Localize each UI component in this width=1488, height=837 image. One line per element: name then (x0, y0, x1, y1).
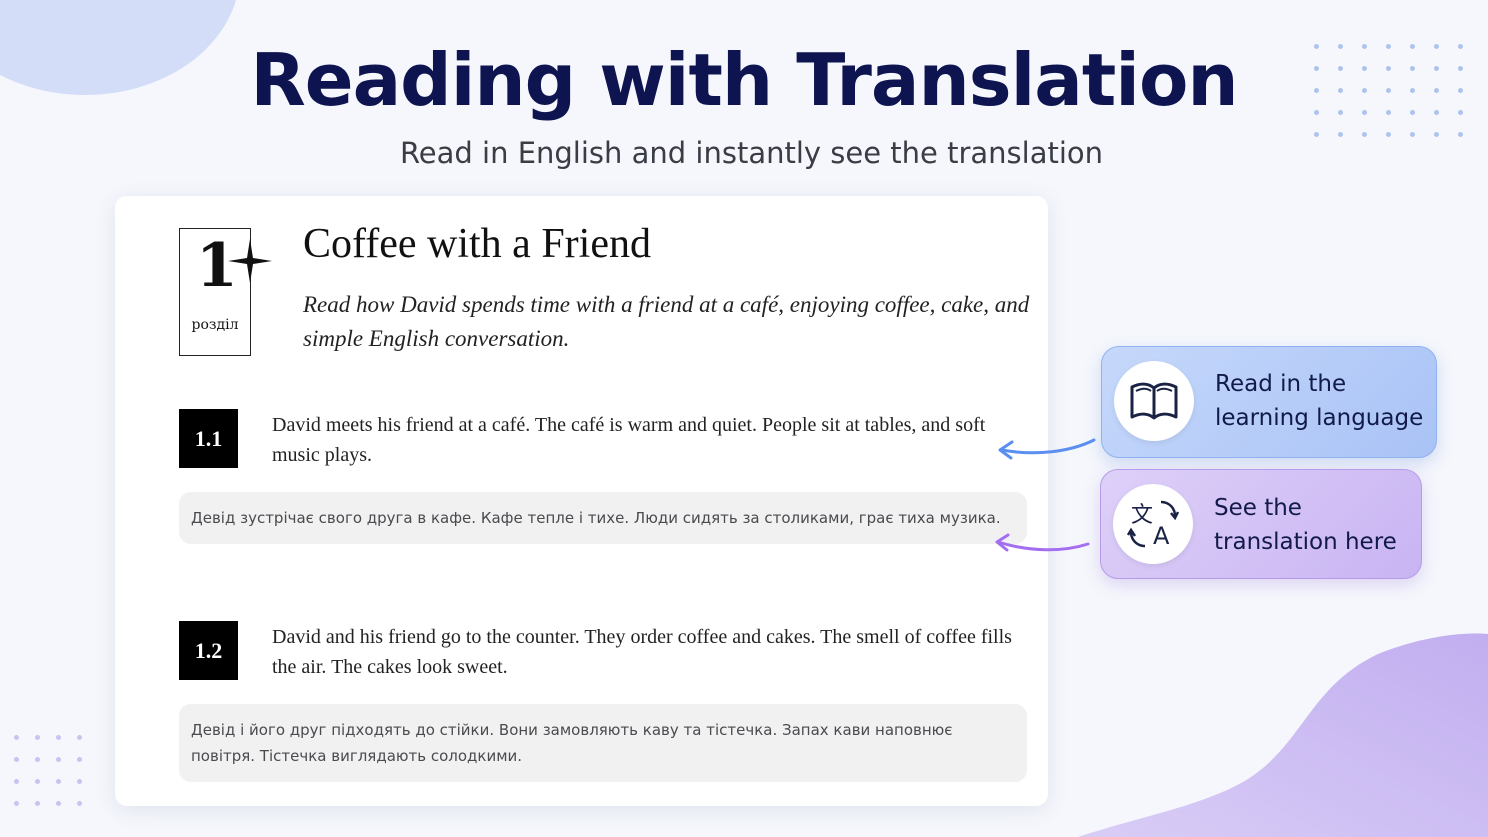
chapter-label: розділ (191, 317, 239, 333)
section-translation: Девід зустрічає свого друга в кафе. Кафе… (179, 492, 1027, 544)
callout-read-line1: Read in the (1215, 371, 1347, 397)
page-title: Reading with Translation (250, 38, 1238, 122)
story-title: Coffee with a Friend (303, 221, 651, 267)
svg-text:文: 文 (1131, 503, 1153, 528)
callout-read-line2: learning language (1215, 405, 1424, 431)
section-number-badge: 1.1 (179, 409, 238, 468)
section-text[interactable]: David meets his friend at a café. The ca… (272, 410, 1032, 470)
arrow-to-text (998, 438, 1096, 460)
callout-translation: 文 A See the translation here (1100, 469, 1422, 579)
callout-translation-line2: translation here (1214, 529, 1397, 555)
decor-blob-bottom-right (1078, 633, 1488, 837)
svg-text:A: A (1153, 522, 1170, 550)
book-icon (1130, 382, 1178, 420)
page-subtitle: Read in English and instantly see the tr… (399, 136, 1104, 170)
story-description: Read how David spends time with a friend… (303, 292, 1030, 351)
chapter-badge: 1 розділ (179, 228, 272, 356)
sparkle-icon (228, 239, 272, 283)
section-number-badge: 1.2 (179, 621, 238, 680)
callout-read-language: Read in the learning language (1101, 346, 1437, 458)
section-text[interactable]: David and his friend go to the counter. … (272, 622, 1032, 682)
callout-translation-line1: See the (1214, 495, 1302, 521)
decor-dots-bottom-left (14, 735, 82, 806)
book-icon-circle (1114, 361, 1194, 441)
translate-icon: 文 A (1126, 500, 1180, 550)
reader-card: 1 розділ Coffee with a Friend Read how D… (115, 196, 1048, 806)
section-translation: Девід і його друг підходять до стійки. В… (179, 704, 1027, 782)
translate-icon-circle: 文 A (1113, 484, 1193, 564)
arrow-to-translation (995, 533, 1090, 552)
